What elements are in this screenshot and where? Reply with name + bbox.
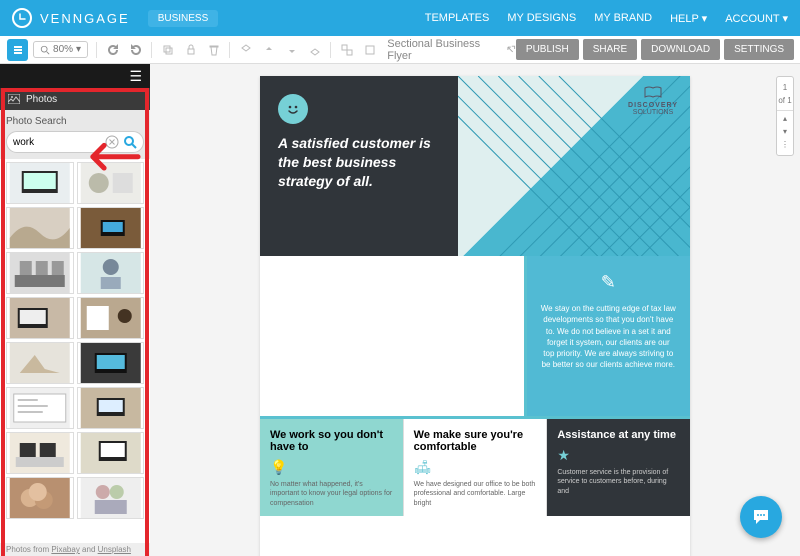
hamburger-icon[interactable]: ☰ — [129, 68, 142, 85]
photo-thumb[interactable] — [6, 207, 74, 249]
panel-header-label: Photos — [26, 94, 57, 105]
photo-search-label: Photo Search — [6, 116, 144, 127]
page-total: of 1 — [777, 94, 793, 107]
sofa-icon: 🛋 — [414, 459, 537, 476]
page-number: 1 — [777, 81, 793, 94]
more-icon[interactable]: ⋮ — [777, 138, 793, 151]
clear-search-icon[interactable] — [105, 135, 119, 149]
flyer-hero-image[interactable]: DISCOVERY SOLUTIONS — [458, 76, 690, 256]
photo-results — [0, 159, 150, 543]
photo-thumb[interactable] — [77, 297, 145, 339]
share-button[interactable]: SHARE — [583, 39, 637, 60]
photo-thumb[interactable] — [6, 162, 74, 204]
undo-button[interactable] — [102, 39, 123, 61]
redo-button[interactable] — [125, 39, 146, 61]
photo-thumb[interactable] — [6, 297, 74, 339]
bring-front-button[interactable] — [235, 39, 256, 61]
photo-search-area: Photo Search — [0, 110, 150, 159]
panel-strip: ☰ — [0, 64, 150, 88]
search-icon[interactable] — [123, 135, 137, 149]
flyer-page[interactable]: A satisfied customer is the best busines… — [260, 76, 690, 556]
photo-thumb[interactable] — [77, 207, 145, 249]
nav-my-designs[interactable]: MY DESIGNS — [507, 12, 576, 25]
flyer-mid-block[interactable]: ✎ We stay on the cutting edge of tax law… — [527, 256, 690, 416]
photo-thumb[interactable] — [6, 477, 74, 519]
flyer-hero-block[interactable]: A satisfied customer is the best busines… — [260, 76, 458, 256]
settings-button[interactable]: SETTINGS — [724, 39, 794, 60]
lock-button[interactable] — [180, 39, 201, 61]
top-nav: TEMPLATES MY DESIGNS MY BRAND HELP ▾ ACC… — [425, 12, 788, 25]
text-button[interactable] — [359, 39, 380, 61]
copy-button[interactable] — [157, 39, 178, 61]
send-back-button[interactable] — [304, 39, 325, 61]
publish-button[interactable]: PUBLISH — [516, 39, 579, 60]
photo-search-input[interactable] — [13, 137, 101, 148]
chevron-up-icon[interactable]: ▴ — [777, 110, 793, 125]
canvas[interactable]: A satisfied customer is the best busines… — [150, 64, 800, 556]
photo-thumb[interactable] — [6, 252, 74, 294]
flyer-brand-logo[interactable]: DISCOVERY SOLUTIONS — [628, 86, 678, 116]
brand-name: VENNGAGE — [40, 11, 130, 26]
photo-thumb[interactable] — [77, 252, 145, 294]
chevron-down-icon: ▾ — [76, 44, 81, 55]
delete-button[interactable] — [203, 39, 224, 61]
photo-thumb[interactable] — [77, 477, 145, 519]
external-link-icon[interactable] — [506, 45, 516, 55]
zoom-value: 80% — [53, 44, 73, 55]
zoom-control[interactable]: 80% ▾ — [33, 41, 88, 58]
smile-icon — [278, 94, 308, 124]
nav-my-brand[interactable]: MY BRAND — [594, 12, 652, 25]
pen-icon: ✎ — [541, 270, 676, 295]
logo-icon — [12, 8, 32, 28]
left-panel: ☰ Photos Photo Search — [0, 64, 150, 556]
nav-help[interactable]: HELP ▾ — [670, 12, 707, 25]
photo-thumb[interactable] — [77, 342, 145, 384]
plan-badge: BUSINESS — [148, 10, 219, 27]
panel-header: Photos — [0, 88, 150, 110]
photo-thumb[interactable] — [77, 162, 145, 204]
nav-templates[interactable]: TEMPLATES — [425, 12, 490, 25]
photo-thumb[interactable] — [6, 342, 74, 384]
search-icon — [40, 45, 50, 55]
document-title[interactable]: Sectional Business Flyer — [387, 38, 502, 62]
bulb-icon: 💡 — [270, 459, 393, 476]
photo-thumb[interactable] — [6, 432, 74, 474]
flyer-hero-text[interactable]: A satisfied customer is the best busines… — [278, 134, 440, 191]
download-button[interactable]: DOWNLOAD — [641, 39, 720, 60]
group-button[interactable] — [336, 39, 357, 61]
star-icon: ★ — [557, 447, 680, 464]
book-icon — [643, 86, 663, 100]
menu-toggle-button[interactable] — [7, 39, 28, 61]
photo-thumb[interactable] — [77, 432, 145, 474]
brand-logo: VENNGAGE BUSINESS — [12, 8, 218, 28]
flyer-col-1[interactable]: We work so you don't have to 💡 No matter… — [260, 419, 403, 516]
chat-fab[interactable] — [740, 496, 782, 538]
page-navigator[interactable]: 1 of 1 ▴ ▾ ⋮ — [776, 76, 794, 156]
chat-icon — [751, 507, 771, 527]
photo-thumb[interactable] — [77, 387, 145, 429]
flyer-mid-body[interactable]: We stay on the cutting edge of tax law d… — [541, 303, 676, 370]
backward-button[interactable] — [281, 39, 302, 61]
photo-thumb[interactable] — [6, 387, 74, 429]
flyer-col-3[interactable]: Assistance at any time ★ Customer servic… — [546, 419, 690, 516]
top-bar: VENNGAGE BUSINESS TEMPLATES MY DESIGNS M… — [0, 0, 800, 36]
photos-icon — [8, 94, 20, 104]
chevron-down-icon[interactable]: ▾ — [777, 125, 793, 138]
forward-button[interactable] — [258, 39, 279, 61]
nav-account[interactable]: ACCOUNT ▾ — [725, 12, 788, 25]
flyer-image-placeholder[interactable] — [260, 256, 527, 416]
toolbar: 80% ▾ Sectional Business Flyer PUBLISH S… — [0, 36, 800, 64]
flyer-col-2[interactable]: We make sure you're comfortable 🛋 We hav… — [403, 419, 547, 516]
photo-credit: Photos from Pixabay and Unsplash — [0, 543, 150, 556]
